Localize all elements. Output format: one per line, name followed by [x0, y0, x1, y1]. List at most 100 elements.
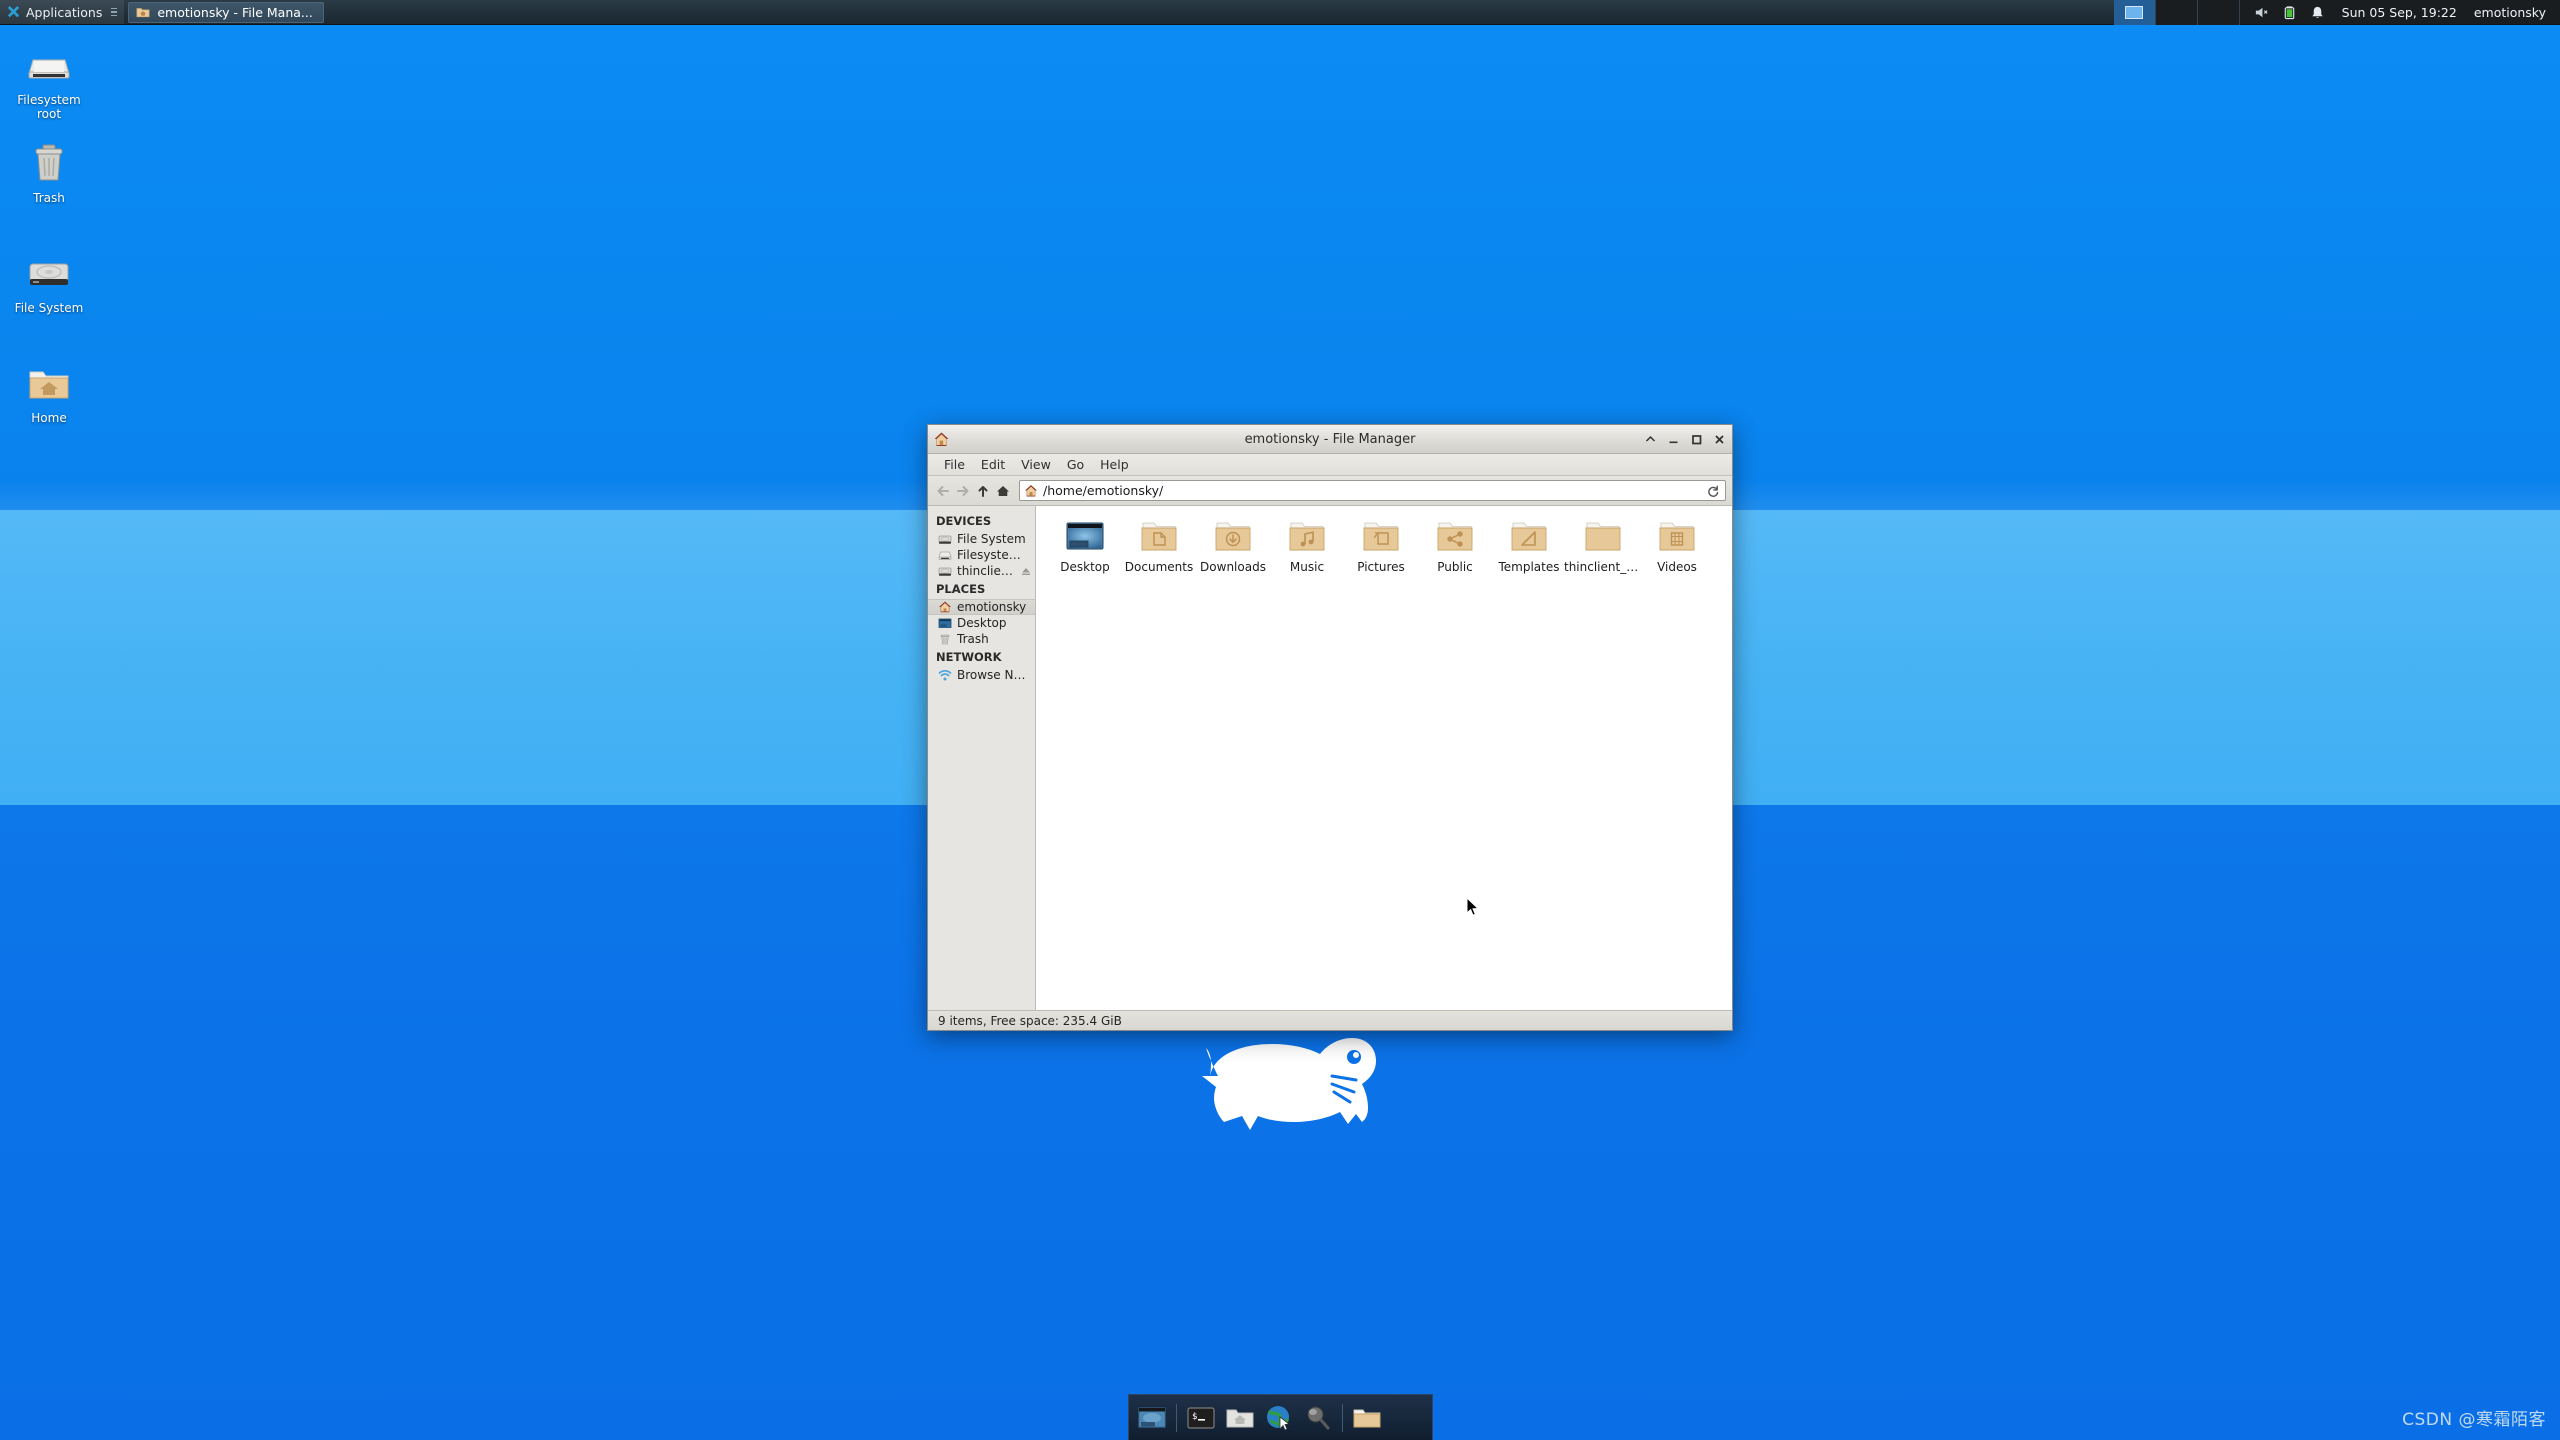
workspace-thumb [2125, 6, 2143, 19]
workspace-1[interactable] [2114, 0, 2156, 25]
speaker-muted-icon [2254, 5, 2269, 20]
sidebar-item-label: Desktop [957, 616, 1007, 630]
sidebar-item-browse-network[interactable]: Browse Network [928, 667, 1035, 683]
menu-go[interactable]: Go [1059, 455, 1092, 474]
home-button[interactable] [994, 481, 1012, 501]
folder-documents-icon [1139, 517, 1179, 557]
eject-icon[interactable] [1021, 566, 1031, 576]
desktop-icon-home[interactable]: Home [6, 358, 92, 425]
drive-removable-icon [938, 548, 952, 562]
desktop-icon-trash[interactable]: Trash [6, 138, 92, 205]
file-item-label: Templates [1492, 561, 1566, 575]
menu-view[interactable]: View [1013, 455, 1059, 474]
menu-file[interactable]: File [936, 455, 973, 474]
folder-downloads-icon [1213, 517, 1253, 557]
file-item-thinclient-drives[interactable]: thinclient_drives [1566, 517, 1640, 575]
reload-icon[interactable] [1706, 484, 1720, 498]
window-titlebar[interactable]: emotionsky - File Manager [928, 425, 1732, 454]
sidebar-item-file-system[interactable]: File System [928, 531, 1035, 547]
workspace-filler-2 [2198, 0, 2240, 25]
file-item-label: Public [1418, 561, 1492, 575]
sidebar-group-network-header: NETWORK [928, 647, 1035, 667]
workspace-switcher[interactable] [2114, 0, 2240, 25]
trash-icon [938, 632, 952, 646]
file-item-label: Desktop [1048, 561, 1122, 575]
bell-icon [2310, 5, 2325, 20]
file-item-desktop[interactable]: Desktop [1048, 517, 1122, 575]
window-title: emotionsky - File Manager [928, 432, 1732, 447]
desktop-icon-filesystem-root[interactable]: Filesystem root [6, 40, 92, 122]
file-item-label: Downloads [1196, 561, 1270, 575]
path-value: /home/emotionsky/ [1043, 483, 1701, 498]
svg-text:$: $ [1192, 1412, 1197, 1422]
application-dock: $ [1128, 1394, 1433, 1440]
desktop-icon-label: File System [6, 301, 92, 315]
desktop-icon-file-system[interactable]: File System [6, 248, 92, 315]
home-folder-icon [25, 358, 73, 406]
dock-show-desktop-button[interactable] [1135, 1401, 1169, 1435]
dock-file-manager-button[interactable] [1223, 1401, 1257, 1435]
drive-removable-icon [25, 40, 73, 88]
dock-separator-1 [1176, 1404, 1177, 1432]
applications-menu-button[interactable]: Applications [0, 0, 124, 24]
sidebar-item-emotionsky[interactable]: emotionsky [928, 599, 1035, 615]
menu-help[interactable]: Help [1092, 455, 1137, 474]
minimize-button[interactable] [1666, 432, 1680, 446]
file-item-videos[interactable]: Videos [1640, 517, 1714, 575]
toolbar: /home/emotionsky/ [928, 476, 1732, 506]
folder-pictures-icon [1361, 517, 1401, 557]
sidebar-item-label: emotionsky [957, 600, 1026, 614]
menu-edit[interactable]: Edit [973, 455, 1013, 474]
sidebar-item-desktop[interactable]: Desktop [928, 615, 1035, 631]
sidebar-item-trash[interactable]: Trash [928, 631, 1035, 647]
sidebar-item-filesystem-root[interactable]: Filesystem root [928, 547, 1035, 563]
sidebar-item-thinclient-drives[interactable]: thinclient_dri... [928, 563, 1035, 579]
watermark: CSDN @寒霜陌客 [2402, 1405, 2546, 1430]
file-item-label: thinclient_drives [1564, 561, 1642, 575]
shortcuts-sidebar[interactable]: DEVICES File System Filesystem root [928, 506, 1036, 1010]
dock-terminal-button[interactable]: $ [1184, 1401, 1218, 1435]
file-item-templates[interactable]: Templates [1492, 517, 1566, 575]
status-bar: 9 items, Free space: 235.4 GiB [928, 1010, 1732, 1030]
desktop-icon [1065, 517, 1105, 557]
forward-button[interactable] [954, 481, 972, 501]
sidebar-item-label: Trash [957, 632, 989, 646]
file-list-view[interactable]: Desktop Documents Downloads [1036, 506, 1732, 1010]
top-panel: Applications emotionsky - File Mana... [0, 0, 2560, 25]
trash-icon [25, 138, 73, 186]
file-item-downloads[interactable]: Downloads [1196, 517, 1270, 575]
sidebar-item-label: Filesystem root [957, 548, 1031, 562]
dock-web-browser-button[interactable] [1262, 1401, 1296, 1435]
file-item-public[interactable]: Public [1418, 517, 1492, 575]
home-folder-icon [136, 5, 150, 19]
home-folder-icon [933, 431, 950, 448]
folder-public-icon [1435, 517, 1475, 557]
file-item-documents[interactable]: Documents [1122, 517, 1196, 575]
status-text: 9 items, Free space: 235.4 GiB [938, 1014, 1122, 1028]
user-menu-label[interactable]: emotionsky [2474, 5, 2552, 20]
path-entry[interactable]: /home/emotionsky/ [1019, 480, 1726, 501]
file-manager-window[interactable]: emotionsky - File Manager File Edit View… [927, 424, 1733, 1031]
menu-grip-icon [107, 8, 117, 17]
dock-search-button[interactable] [1301, 1401, 1335, 1435]
folder-music-icon [1287, 517, 1327, 557]
shade-button[interactable] [1643, 432, 1657, 446]
harddisk-icon [938, 532, 952, 546]
file-item-pictures[interactable]: Pictures [1344, 517, 1418, 575]
desktop-icon-label: Trash [6, 191, 92, 205]
window-body: DEVICES File System Filesystem root [928, 506, 1732, 1010]
maximize-button[interactable] [1689, 432, 1703, 446]
workspace-filler-1 [2156, 0, 2198, 25]
taskbar-window-button[interactable]: emotionsky - File Mana... [128, 2, 323, 23]
clock[interactable]: Sun 05 Sep, 19:22 [2338, 5, 2461, 20]
sidebar-item-label: Browse Network [957, 668, 1031, 682]
folder-templates-icon [1509, 517, 1549, 557]
up-button[interactable] [974, 481, 992, 501]
applications-menu-label: Applications [26, 5, 102, 20]
dock-folder-button[interactable] [1350, 1401, 1384, 1435]
file-item-music[interactable]: Music [1270, 517, 1344, 575]
back-button[interactable] [934, 481, 952, 501]
file-item-label: Documents [1122, 561, 1196, 575]
close-button[interactable] [1712, 432, 1726, 446]
folder-icon [1583, 517, 1623, 557]
